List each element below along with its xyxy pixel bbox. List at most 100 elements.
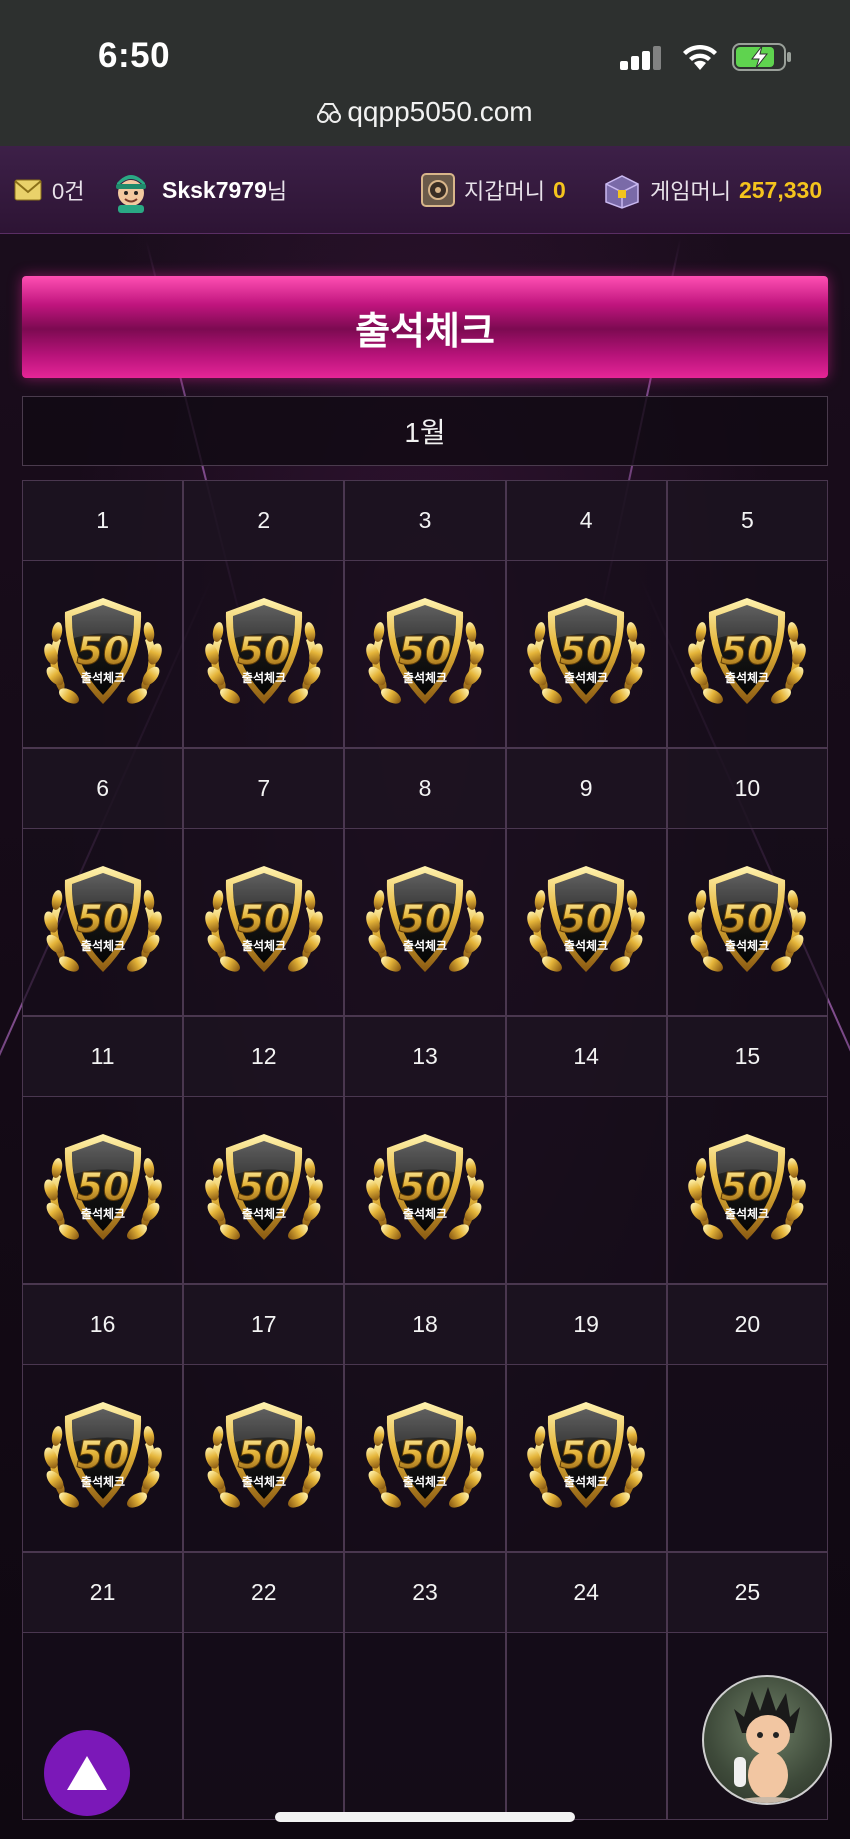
stamp-amount: 50 — [721, 897, 774, 941]
stamp-slot: 50 출석체크 — [23, 1365, 182, 1551]
day-number: 12 — [184, 1017, 344, 1097]
user-avatar-icon — [116, 175, 146, 213]
stamp-label: 출석체크 — [81, 938, 125, 953]
message-count: 0건 — [52, 179, 85, 204]
stamp-amount: 50 — [237, 897, 290, 941]
stamp-slot: 50 출석체크 — [507, 561, 666, 747]
stamp-label: 출석체크 — [242, 1474, 286, 1489]
stamp-slot: 50 출석체크 — [668, 561, 827, 747]
username-suffix: 님 — [266, 179, 288, 204]
stamp-label: 출석체크 — [564, 670, 608, 685]
calendar-day[interactable]: 3 50 출석체크 — [344, 480, 506, 748]
attendance-stamp-icon: 50 출석체크 — [205, 1134, 323, 1240]
status-bar: 6:50 qqpp5050.com — [0, 0, 850, 146]
address-bar[interactable]: qqpp5050.com — [0, 96, 850, 128]
calendar-day[interactable]: 23 — [344, 1552, 506, 1820]
calendar-day[interactable]: 10 50 출석체크 — [666, 748, 828, 1016]
calendar-day[interactable]: 12 50 출석체크 — [183, 1016, 345, 1284]
scroll-to-top-button[interactable] — [44, 1730, 130, 1816]
game-money[interactable]: 게임머니 257,330 — [602, 146, 822, 234]
stamp-amount: 50 — [76, 897, 129, 941]
stamp-slot — [184, 1633, 343, 1819]
stamp-amount: 50 — [399, 629, 452, 673]
day-number: 15 — [667, 1017, 827, 1097]
attendance-stamp-icon: 50 출석체크 — [205, 866, 323, 972]
attendance-stamp-icon: 50 출석체크 — [527, 598, 645, 704]
calendar-day[interactable]: 1 50 출석체크 — [22, 480, 184, 748]
day-number: 6 — [23, 749, 183, 829]
stamp-slot: 50 출석체크 — [345, 1097, 504, 1283]
stamp-amount: 50 — [399, 1165, 452, 1209]
treasure-chest-icon — [605, 175, 639, 209]
calendar-day[interactable]: 13 50 출석체크 — [344, 1016, 506, 1284]
attendance-stamp-icon: 50 출석체크 — [43, 866, 162, 972]
attendance-stamp-icon: 50 출석체크 — [527, 866, 645, 972]
attendance-stamp-icon: 50 출석체크 — [205, 1402, 323, 1508]
stamp-label: 출석체크 — [725, 1206, 769, 1221]
stamp-amount: 50 — [560, 629, 613, 673]
character-figure-icon — [729, 1687, 807, 1803]
stamp-slot: 50 출석체크 — [184, 829, 343, 1015]
day-number: 8 — [345, 749, 505, 829]
stamp-label: 출석체크 — [81, 1206, 125, 1221]
wallet-money[interactable]: 지갑머니 0 — [420, 146, 566, 234]
day-number: 1 — [23, 481, 183, 561]
calendar-day[interactable]: 20 — [666, 1284, 828, 1552]
calendar-day[interactable]: 22 — [183, 1552, 345, 1820]
calendar-day[interactable]: 6 50 출석체크 — [22, 748, 184, 1016]
attendance-stamp-icon: 50 출석체크 — [43, 1402, 162, 1508]
arrow-up-icon — [67, 1756, 107, 1790]
status-time: 6:50 — [98, 36, 171, 75]
stamp-label: 출석체크 — [725, 938, 769, 953]
calendar-day[interactable]: 4 50 출석체크 — [505, 480, 667, 748]
calendar-day[interactable]: 5 50 출석체크 — [666, 480, 828, 748]
calendar-day[interactable]: 24 — [505, 1552, 667, 1820]
stamp-slot: 50 출석체크 — [184, 561, 343, 747]
day-number: 19 — [506, 1285, 666, 1365]
attendance-stamp-icon: 50 출석체크 — [366, 866, 484, 972]
calendar-day[interactable]: 16 50 출석체크 — [22, 1284, 184, 1552]
attendance-stamp-icon: 50 출석체크 — [43, 1134, 162, 1240]
calendar-day[interactable]: 8 50 출석체크 — [344, 748, 506, 1016]
home-indicator — [275, 1812, 575, 1822]
calendar-day[interactable]: 2 50 출석체크 — [183, 480, 345, 748]
cellular-signal-icon — [620, 44, 664, 70]
day-number: 21 — [23, 1553, 183, 1633]
wallet-label: 지갑머니 — [464, 179, 545, 204]
day-number: 17 — [184, 1285, 344, 1365]
attendance-stamp-icon: 50 출석체크 — [688, 598, 807, 704]
calendar-day[interactable]: 17 50 출석체크 — [183, 1284, 345, 1552]
attendance-stamp-icon: 50 출석체크 — [688, 866, 807, 972]
battery-icon — [732, 43, 791, 71]
calendar-day[interactable]: 18 50 출석체크 — [344, 1284, 506, 1552]
stamp-slot: 50 출석체크 — [345, 561, 504, 747]
stamp-amount: 50 — [237, 629, 290, 673]
stamp-label: 출석체크 — [403, 1474, 447, 1489]
site-settings-icon — [317, 103, 342, 123]
calendar-day[interactable]: 19 50 출석체크 — [505, 1284, 667, 1552]
day-number: 16 — [23, 1285, 183, 1365]
month-label: 1월 — [22, 396, 828, 466]
day-number: 10 — [667, 749, 827, 829]
calendar-day[interactable]: 9 50 출석체크 — [505, 748, 667, 1016]
stamp-amount: 50 — [76, 1433, 129, 1477]
attendance-stamp-icon: 50 출석체크 — [366, 1134, 484, 1240]
stamp-amount: 50 — [76, 1165, 129, 1209]
day-number: 2 — [184, 481, 344, 561]
stamp-label: 출석체크 — [81, 670, 125, 685]
stamp-label: 출석체크 — [242, 670, 286, 685]
messages-button[interactable]: 0건 — [14, 146, 84, 234]
calendar-day[interactable]: 7 50 출석체크 — [183, 748, 345, 1016]
stamp-amount: 50 — [560, 897, 613, 941]
attendance-page: 출석체크 1월 1 50 출석체크 2 50 출석체크 3 50 출석체크 4 … — [0, 234, 850, 1839]
chat-support-button[interactable] — [702, 1675, 832, 1805]
day-number: 7 — [184, 749, 344, 829]
calendar-day[interactable]: 15 50 출석체크 — [666, 1016, 828, 1284]
stamp-slot: 50 출석체크 — [23, 1097, 182, 1283]
user-profile[interactable]: Sksk7979 님 — [108, 146, 287, 234]
calendar-day[interactable]: 11 50 출석체크 — [22, 1016, 184, 1284]
calendar-day[interactable]: 14 — [505, 1016, 667, 1284]
stamp-slot: 50 출석체크 — [345, 1365, 504, 1551]
attendance-stamp-icon: 50 출석체크 — [366, 598, 484, 704]
stamp-label: 출석체크 — [403, 670, 447, 685]
